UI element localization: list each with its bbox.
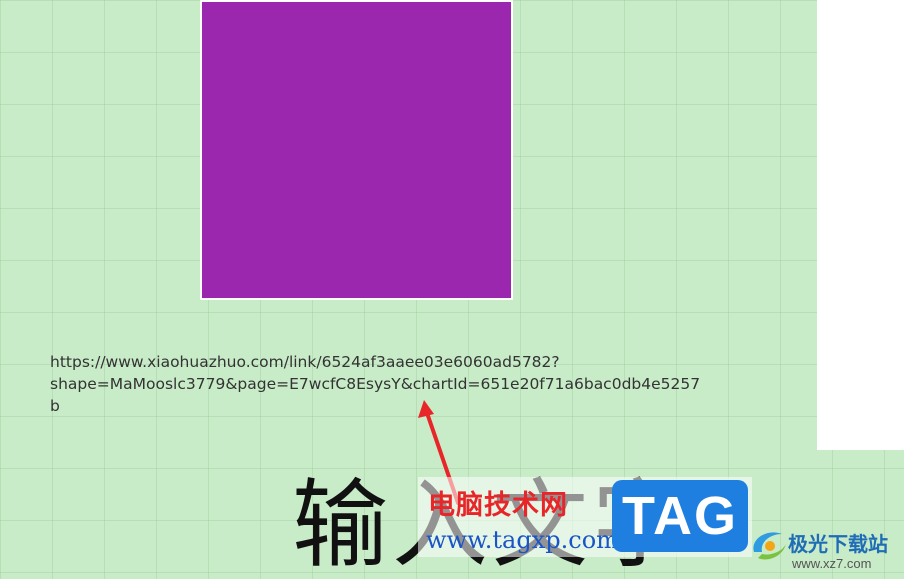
watermark-tag-logo: TAG (612, 480, 748, 552)
secondary-watermark-name: 极光下载站 (788, 532, 888, 556)
secondary-watermark-url: www.xz7.com (792, 556, 872, 571)
aurora-logo-icon (753, 532, 786, 560)
purple-square-shape[interactable] (200, 0, 513, 300)
watermark-site-url: www.tagxp.com (426, 526, 619, 554)
arrow-head (418, 400, 434, 418)
watermark-site-name: 电脑技术网 (428, 490, 568, 521)
white-panel (817, 0, 904, 450)
whiteboard-canvas[interactable]: https://www.xiaohuazhuo.com/link/6524af3… (0, 0, 904, 580)
link-text[interactable]: https://www.xiaohuazhuo.com/link/6524af3… (50, 351, 750, 417)
